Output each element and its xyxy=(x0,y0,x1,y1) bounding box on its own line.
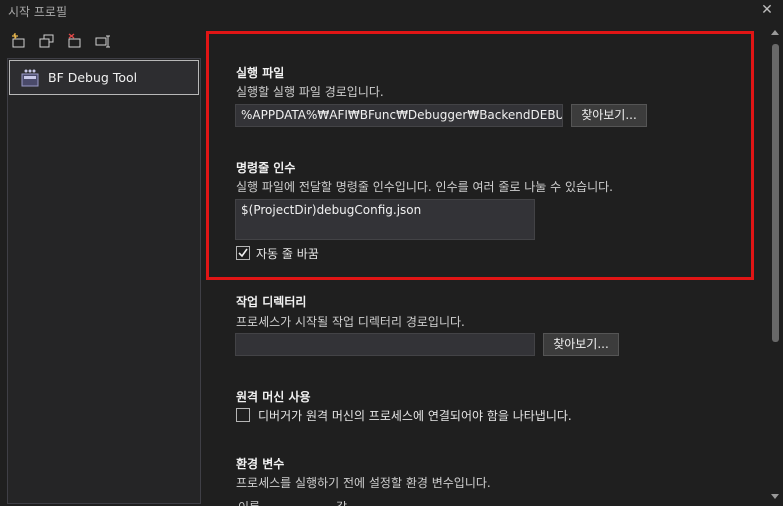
rename-profile-icon[interactable] xyxy=(94,32,112,50)
workdir-title: 작업 디렉터리 xyxy=(236,295,307,309)
copy-profile-icon[interactable] xyxy=(38,32,56,50)
highlight-box xyxy=(206,31,754,280)
delete-profile-icon[interactable] xyxy=(66,32,84,50)
profile-list: BF Debug Tool xyxy=(7,58,201,504)
executable-path-input[interactable]: %APPDATA%₩AFI₩BFunc₩Debugger₩BackendDEBU… xyxy=(235,104,563,127)
profile-icon xyxy=(20,68,40,88)
workdir-input[interactable] xyxy=(235,333,535,356)
arguments-desc: 실행 파일에 전달할 명령줄 인수입니다. 인수를 여러 줄로 나눌 수 있습니… xyxy=(236,180,613,194)
new-profile-icon[interactable] xyxy=(10,32,28,50)
wrap-label: 자동 줄 바꿈 xyxy=(256,247,319,261)
list-item[interactable]: BF Debug Tool xyxy=(9,60,199,95)
env-title: 환경 변수 xyxy=(236,457,285,471)
title-bar: 시작 프로필 ✕ xyxy=(0,0,783,24)
arguments-input[interactable]: $(ProjectDir)debugConfig.json xyxy=(235,199,535,240)
settings-panel: 실행 파일 실행할 실행 파일 경로입니다. %APPDATA%₩AFI₩BFu… xyxy=(204,26,766,506)
workdir-desc: 프로세스가 시작될 작업 디렉터리 경로입니다. xyxy=(236,315,465,329)
profile-label: BF Debug Tool xyxy=(48,70,138,85)
executable-browse-button[interactable]: 찾아보기... xyxy=(571,104,647,127)
remote-checkbox[interactable] xyxy=(236,408,250,422)
env-desc: 프로세스를 실행하기 전에 설정할 환경 변수입니다. xyxy=(236,476,491,490)
wrap-checkbox[interactable] xyxy=(236,246,250,260)
remote-label: 디버거가 원격 머신의 프로세스에 연결되어야 함을 나타냅니다. xyxy=(258,409,572,423)
vertical-scrollbar[interactable] xyxy=(768,26,783,506)
remote-title: 원격 머신 사용 xyxy=(236,390,311,404)
workdir-browse-button[interactable]: 찾아보기... xyxy=(543,333,619,356)
window-title: 시작 프로필 xyxy=(8,5,68,19)
scroll-down-icon[interactable] xyxy=(771,494,779,499)
executable-title: 실행 파일 xyxy=(236,66,285,80)
env-column-name: 이름 xyxy=(238,498,260,506)
profile-toolbar xyxy=(10,32,112,52)
env-column-value: 값 xyxy=(336,498,347,506)
scrollbar-thumb[interactable] xyxy=(772,44,779,342)
checkmark-icon xyxy=(238,248,248,258)
executable-desc: 실행할 실행 파일 경로입니다. xyxy=(236,85,384,99)
close-icon[interactable]: ✕ xyxy=(759,2,775,18)
scroll-up-icon[interactable] xyxy=(771,30,779,35)
arguments-title: 명령줄 인수 xyxy=(236,161,296,175)
